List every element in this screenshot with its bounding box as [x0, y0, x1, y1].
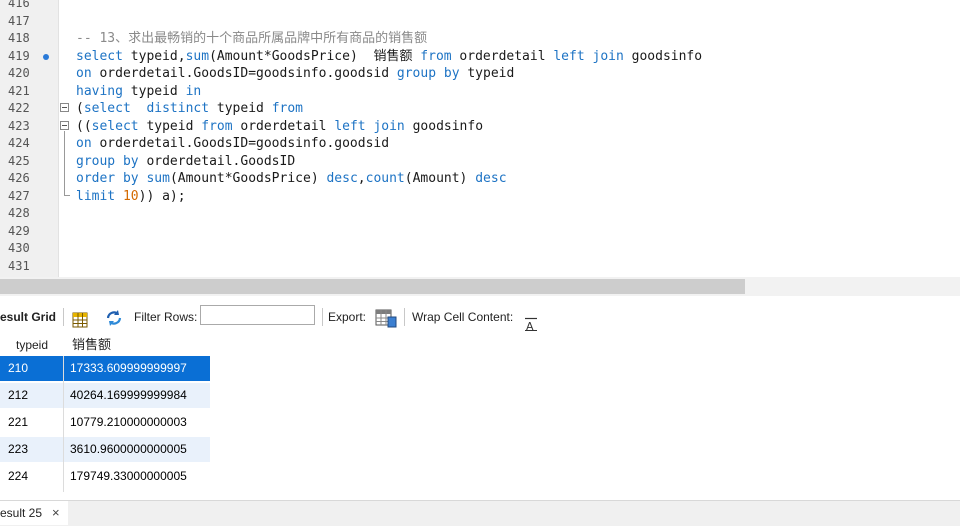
code-line[interactable]: on orderdetail.GoodsID=goodsinfo.goodsid… — [76, 65, 514, 83]
line-number: 419 — [8, 48, 30, 63]
result-grid-label[interactable]: esult Grid — [0, 300, 56, 334]
cell-typeid[interactable]: 223 — [8, 437, 63, 462]
line-number: 417 — [8, 13, 30, 28]
code-line[interactable]: order by sum(Amount*GoodsPrice) desc,cou… — [76, 170, 507, 188]
line-number: 423 — [8, 118, 30, 133]
tab-label: esult 25 — [0, 506, 43, 520]
column-header-sales[interactable]: 销售额 — [66, 334, 206, 356]
line-number: 425 — [8, 153, 30, 168]
code-line[interactable]: on orderdetail.GoodsID=goodsinfo.goodsid — [76, 135, 389, 153]
line-number: 430 — [8, 241, 30, 255]
line-number: 431 — [8, 258, 30, 273]
table-row[interactable]: 221 10779.210000000003 — [0, 410, 210, 435]
grid-view-icon[interactable] — [71, 308, 89, 328]
scrollbar-thumb[interactable] — [0, 279, 745, 294]
result-grid[interactable]: typeid 销售额 210 17333.609999999997 212 40264… — [0, 334, 210, 492]
table-row[interactable]: 212 40264.169999999984 — [0, 383, 210, 408]
filter-rows-input[interactable] — [200, 305, 315, 325]
line-number-gutter: 416 417 418 419 420 421 422 423 424 425 426 427 428 4… — [0, 0, 59, 277]
code-line[interactable]: (select distinct typeid from — [76, 100, 303, 118]
line-number: 427 — [8, 188, 30, 203]
cell-sales[interactable]: 3610.9600000000005 — [70, 437, 210, 462]
line-number: 426 — [8, 171, 30, 185]
line-number: 429 — [8, 223, 30, 238]
cell-typeid[interactable]: 224 — [8, 464, 63, 489]
export-label: Export: — [328, 310, 367, 324]
svg-text:A: A — [526, 320, 534, 331]
code-line[interactable]: select typeid,sum(Amount*GoodsPrice) 销售额… — [76, 48, 702, 66]
fold-toggle-icon[interactable] — [60, 121, 69, 130]
code-line[interactable]: limit 10)) a); — [76, 188, 186, 206]
table-row[interactable]: 210 17333.609999999997 — [0, 356, 210, 381]
cell-sales[interactable]: 40264.169999999984 — [70, 383, 210, 408]
fold-toggle-icon[interactable] — [60, 103, 69, 112]
table-row[interactable]: 224 179749.33000000005 — [0, 464, 210, 489]
table-row[interactable]: 223 3610.9600000000005 — [0, 437, 210, 462]
export-icon[interactable] — [375, 307, 397, 328]
filter-rows-label: Filter Rows: — [134, 310, 198, 324]
sql-editor[interactable]: 416 417 418 419 420 421 422 423 424 425 426 427 428 4… — [0, 0, 960, 277]
line-number: 416 — [8, 0, 30, 10]
cell-sales[interactable]: 10779.210000000003 — [70, 410, 210, 435]
code-line[interactable]: -- 13、求出最畅销的十个商品所属品牌中所有商品的销售额 — [76, 30, 427, 48]
line-number: 421 — [8, 83, 30, 98]
line-number: 420 — [8, 66, 30, 80]
line-number: 422 — [8, 101, 30, 115]
toolbar-separator — [322, 308, 323, 326]
tab-result-25[interactable]: esult 25 × — [0, 501, 68, 525]
close-icon[interactable]: × — [52, 501, 60, 525]
cell-typeid[interactable]: 212 — [8, 383, 63, 408]
code-line[interactable]: group by orderdetail.GoodsID — [76, 153, 295, 171]
cell-sales[interactable]: 179749.33000000005 — [70, 464, 210, 489]
wrap-text-icon[interactable]: A — [524, 310, 538, 333]
column-header-typeid[interactable]: typeid — [10, 334, 64, 356]
result-toolbar: esult Grid Filter Rows: Export: Wrap Cel… — [0, 300, 960, 334]
refresh-icon[interactable] — [104, 307, 124, 327]
code-line[interactable]: having typeid in — [76, 83, 201, 101]
code-line[interactable]: ((select typeid from orderdetail left jo… — [76, 118, 483, 136]
fold-end — [64, 195, 70, 196]
cell-typeid[interactable]: 221 — [8, 410, 63, 435]
line-number: 428 — [8, 206, 30, 220]
toolbar-separator — [63, 308, 64, 326]
grid-column-divider — [63, 356, 64, 492]
statement-marker-icon[interactable] — [43, 53, 49, 60]
line-number: 424 — [8, 136, 30, 150]
toolbar-separator — [404, 308, 405, 326]
line-number: 418 — [8, 31, 30, 45]
horizontal-scrollbar[interactable] — [0, 277, 960, 296]
wrap-cell-content-label: Wrap Cell Content: — [412, 310, 514, 324]
fold-guide — [64, 131, 65, 195]
cell-sales[interactable]: 17333.609999999997 — [70, 356, 210, 381]
cell-typeid[interactable]: 210 — [8, 356, 63, 381]
result-tabs-bar: esult 25 × — [0, 500, 960, 526]
